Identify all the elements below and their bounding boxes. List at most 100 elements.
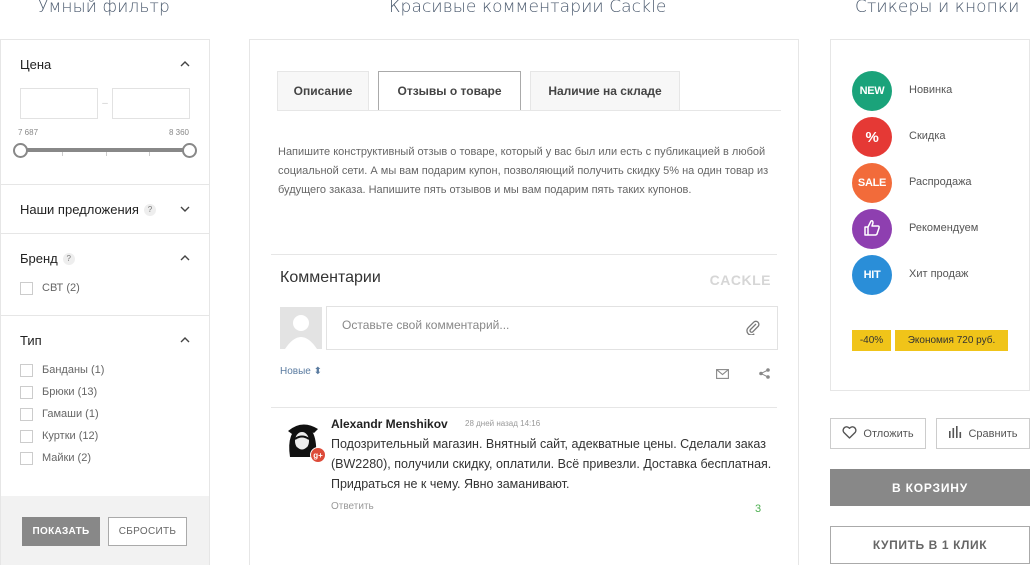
comment-placeholder: Оставьте свой комментарий...	[342, 318, 510, 332]
brand-header[interactable]: Бренд?	[1, 234, 209, 282]
price-range-labels: 7 687 8 360	[1, 128, 209, 137]
chevron-up-icon[interactable]	[180, 59, 190, 69]
sort-arrows-icon: ⬍	[313, 366, 323, 377]
chevron-up-icon[interactable]	[180, 253, 190, 263]
type-header[interactable]: Тип	[1, 316, 209, 364]
checkbox[interactable]	[20, 363, 33, 377]
price-from-input[interactable]	[20, 88, 98, 119]
comments-title: Комментарии	[280, 269, 381, 286]
tab-reviews[interactable]: Отзывы о товаре	[378, 71, 521, 111]
sticker-label: Хит продаж	[909, 268, 969, 280]
price-inputs: –	[1, 88, 209, 119]
offers-header[interactable]: Наши предложения?	[1, 185, 209, 233]
user-avatar-placeholder	[280, 307, 322, 349]
add-to-cart-button[interactable]: В КОРЗИНУ	[830, 469, 1030, 506]
type-option[interactable]: Гамаши (1)	[1, 403, 209, 425]
price-to-input[interactable]	[112, 88, 190, 119]
sticker-recommended	[852, 209, 892, 249]
sticker-new: NEW	[852, 71, 892, 111]
price-dash: –	[102, 98, 108, 109]
comment-input[interactable]: Оставьте свой комментарий...	[326, 306, 778, 350]
slider-max-handle[interactable]	[182, 143, 197, 158]
chevron-down-icon[interactable]	[180, 204, 190, 214]
brand-title: Бренд	[20, 250, 58, 266]
type-option-label: Брюки (13)	[42, 386, 98, 398]
type-option[interactable]: Майки (2)	[1, 447, 209, 469]
reply-link[interactable]: Ответить	[331, 501, 374, 512]
tabs-divider	[277, 110, 781, 111]
review-invitation-text: Напишите конструктивный отзыв о товаре, …	[278, 146, 769, 196]
cackle-logo[interactable]: CACKLE	[710, 272, 771, 288]
brand-option[interactable]: СВТ (2)	[1, 277, 209, 299]
offers-title: Наши предложения	[20, 201, 139, 217]
checkbox[interactable]	[20, 281, 33, 295]
chevron-up-icon[interactable]	[180, 335, 190, 345]
checkbox[interactable]	[20, 407, 33, 421]
comment-author[interactable]: Alexandr Menshikov	[331, 417, 448, 431]
offers-section: Наши предложения?	[1, 185, 209, 234]
show-button[interactable]: ПОКАЗАТЬ	[22, 516, 100, 546]
smart-filter-panel: Цена – 7 687 8 360 Наши предложения? Бре…	[0, 39, 210, 565]
help-icon[interactable]: ?	[143, 204, 156, 217]
divider	[271, 254, 777, 255]
comment-date: 28 дней назад 14:16	[465, 419, 541, 428]
brand-option-label: СВТ (2)	[42, 282, 80, 294]
type-option-label: Майки (2)	[42, 452, 92, 464]
reset-button[interactable]: СБРОСИТЬ	[108, 516, 187, 546]
filter-buttons: ПОКАЗАТЬ СБРОСИТЬ	[1, 496, 209, 565]
tab-stock[interactable]: Наличие на складе	[530, 71, 680, 111]
price-max-label: 8 360	[168, 128, 189, 137]
type-option-label: Банданы (1)	[42, 364, 105, 376]
slider-min-handle[interactable]	[13, 143, 28, 158]
compare-label: Сравнить	[968, 427, 1018, 440]
share-icon[interactable]	[759, 366, 770, 384]
type-option[interactable]: Брюки (13)	[1, 381, 209, 403]
sort-dropdown[interactable]: Новые ⬍	[280, 366, 322, 377]
discount-percent-badge: -40%	[852, 330, 891, 351]
filter-heading: Умный фильтр	[38, 0, 170, 17]
tab-description[interactable]: Описание	[277, 71, 369, 111]
stickers-heading: Стикеры и кнопки	[855, 0, 1020, 17]
sticker-label: Распродажа	[909, 176, 972, 188]
slider-tick	[149, 152, 150, 156]
divider	[271, 407, 777, 408]
price-header[interactable]: Цена	[1, 40, 209, 88]
help-icon[interactable]: ?	[62, 253, 75, 266]
slider-track	[20, 148, 190, 152]
checkbox[interactable]	[20, 429, 33, 443]
comments-heading: Красивые комментарии Cackle	[389, 0, 667, 17]
checkbox[interactable]	[20, 385, 33, 399]
heart-icon	[842, 425, 857, 442]
sort-label: Новые	[280, 366, 311, 377]
brand-section: Бренд? СВТ (2)	[1, 234, 209, 316]
price-section: Цена – 7 687 8 360	[1, 40, 209, 185]
comment-text: Подозрительный магазин. Внятный сайт, ад…	[331, 437, 772, 491]
sticker-discount: %	[852, 117, 892, 157]
price-slider[interactable]	[13, 137, 197, 163]
type-option-label: Куртки (12)	[42, 430, 99, 442]
buy-one-click-button[interactable]: КУПИТЬ В 1 КЛИК	[830, 526, 1030, 564]
slider-tick	[106, 152, 107, 156]
mail-icon[interactable]	[716, 366, 729, 384]
economy-badge: Экономия 720 руб.	[895, 330, 1008, 351]
product-info-panel: Описание Отзывы о товаре Наличие на скла…	[249, 39, 799, 565]
type-option[interactable]: Куртки (12)	[1, 425, 209, 447]
paperclip-icon[interactable]	[745, 319, 761, 338]
sticker-label: Рекомендуем	[909, 222, 979, 234]
sticker-label: Новинка	[909, 84, 953, 96]
wishlist-label: Отложить	[863, 427, 914, 440]
sticker-sale: SALE	[852, 163, 892, 203]
type-option-label: Гамаши (1)	[42, 408, 99, 420]
comment-rating[interactable]: 3	[755, 503, 761, 515]
sticker-label: Скидка	[909, 130, 946, 142]
type-option[interactable]: Банданы (1)	[1, 359, 209, 381]
bar-chart-icon	[948, 426, 962, 441]
checkbox[interactable]	[20, 451, 33, 465]
type-section: Тип Банданы (1) Брюки (13) Гамаши (1) Ку…	[1, 316, 209, 496]
price-title: Цена	[20, 56, 52, 72]
google-plus-icon: g+	[310, 447, 326, 463]
wishlist-button[interactable]: Отложить	[830, 418, 926, 449]
slider-tick	[62, 152, 63, 156]
product-tabs: Описание Отзывы о товаре Наличие на скла…	[277, 71, 680, 111]
compare-button[interactable]: Сравнить	[936, 418, 1030, 449]
